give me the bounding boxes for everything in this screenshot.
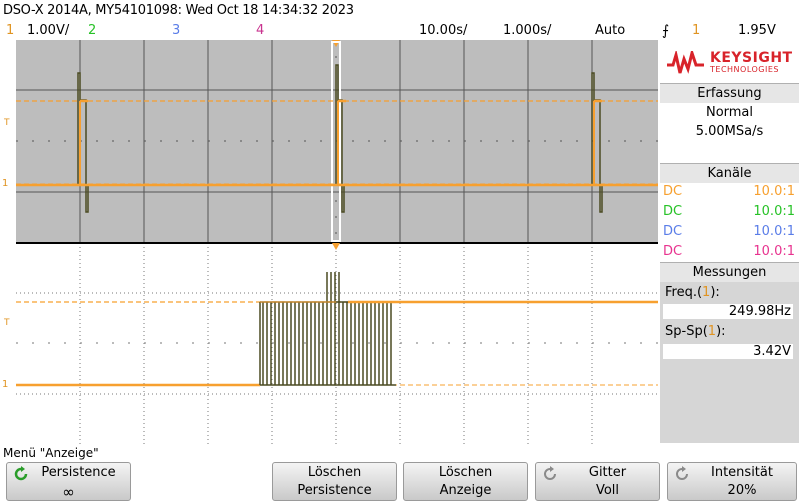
ch1-scale[interactable]: 1.00V/ <box>27 23 69 38</box>
ch3-coupling: DC <box>663 224 683 239</box>
acquisition-mode: Normal <box>705 105 754 120</box>
vpp-value: 3.42V <box>663 344 793 359</box>
clear-display-softkey[interactable]: Löschen Anzeige <box>403 462 528 501</box>
ch2-probe-ratio: 10.0:1 <box>753 204 795 219</box>
measurements-panel[interactable]: Messungen Freq.(1): 249.98Hz Sp-Sp(1): 3… <box>660 262 799 443</box>
brand-name: KEYSIGHT <box>710 50 793 66</box>
zoom-trigger-level-marker[interactable]: T <box>4 318 14 328</box>
grid-softkey[interactable]: Gitter Voll <box>535 462 660 501</box>
channel-row-4[interactable]: DC 10.0:1 <box>663 242 795 262</box>
trigger-edge-icon: ⨍ <box>662 23 670 39</box>
window-title: DSO-X 2014A, MY54101098: Wed Oct 18 14:3… <box>3 3 354 18</box>
freq-label-close: ): <box>710 285 720 300</box>
ch2-number[interactable]: 2 <box>88 23 96 38</box>
menu-title: Menü "Anzeige" <box>3 446 99 460</box>
channel-row-3[interactable]: DC 10.0:1 <box>663 222 795 242</box>
brand-logo: KEYSIGHT TECHNOLOGIES <box>660 43 799 83</box>
clear-persistence-line1: Löschen <box>307 465 362 480</box>
intensity-softkey[interactable]: Intensität 20% <box>667 462 797 501</box>
channels-panel[interactable]: Kanäle DC 10.0:1 DC 10.0:1 DC 10.0:1 DC … <box>660 163 799 261</box>
keysight-wave-icon <box>667 51 704 74</box>
acquisition-panel[interactable]: Erfassung Normal 5.00MSa/s <box>660 83 799 163</box>
acquisition-heading: Erfassung <box>660 83 799 103</box>
timebase[interactable]: 10.00s/ <box>419 23 467 38</box>
persistence-softkey[interactable]: Persistence ∞ <box>6 462 131 501</box>
ch1-ground-marker[interactable]: 1 <box>2 178 8 189</box>
vpp-label: Sp-Sp(1): <box>665 324 726 339</box>
vpp-label-close: ): <box>716 324 726 339</box>
persistence-value: ∞ <box>62 483 75 501</box>
ch3-number[interactable]: 3 <box>172 23 180 38</box>
freq-value: 249.98Hz <box>663 304 793 319</box>
zoom-ch1-ground-marker[interactable]: 1 <box>2 379 8 390</box>
ch4-probe-ratio: 10.0:1 <box>753 244 795 259</box>
trigger-level-marker[interactable]: T <box>4 118 14 128</box>
trigger-mode[interactable]: Auto <box>595 23 625 38</box>
brand-sub: TECHNOLOGIES <box>710 65 779 74</box>
clear-persistence-line2: Persistence <box>297 483 372 498</box>
trigger-level[interactable]: 1.95V <box>738 23 776 38</box>
ch1-coupling: DC <box>663 184 683 199</box>
freq-label: Freq.(1): <box>665 285 720 300</box>
trigger-channel[interactable]: 1 <box>692 23 700 38</box>
vpp-channel: 1 <box>707 324 717 339</box>
ch3-probe-ratio: 10.0:1 <box>753 224 795 239</box>
vpp-label-text: Sp-Sp( <box>665 324 708 339</box>
channels-heading: Kanäle <box>660 163 799 183</box>
ch1-number[interactable]: 1 <box>6 23 14 38</box>
clear-persistence-softkey[interactable]: Löschen Persistence <box>272 462 397 501</box>
ch1-probe-ratio: 10.0:1 <box>753 184 795 199</box>
measurements-heading: Messungen <box>660 262 799 282</box>
zoom-timebase[interactable]: 1.000s/ <box>503 23 551 38</box>
ch4-number[interactable]: 4 <box>256 23 264 38</box>
scope-display[interactable] <box>16 40 658 445</box>
freq-label-text: Freq.( <box>665 285 703 300</box>
channel-row-1[interactable]: DC 10.0:1 <box>663 182 795 202</box>
persistence-label: Persistence <box>41 465 116 480</box>
sample-rate: 5.00MSa/s <box>695 124 764 139</box>
clear-display-line2: Anzeige <box>439 483 492 498</box>
zoom-window <box>16 243 658 445</box>
intensity-value: 20% <box>727 483 757 498</box>
clear-display-line1: Löschen <box>438 465 493 480</box>
intensity-label: Intensität <box>711 465 773 480</box>
channel-row-2[interactable]: DC 10.0:1 <box>663 202 795 222</box>
grid-value: Voll <box>595 483 620 498</box>
grid-label: Gitter <box>588 465 627 480</box>
ch4-coupling: DC <box>663 244 683 259</box>
ch2-coupling: DC <box>663 204 683 219</box>
